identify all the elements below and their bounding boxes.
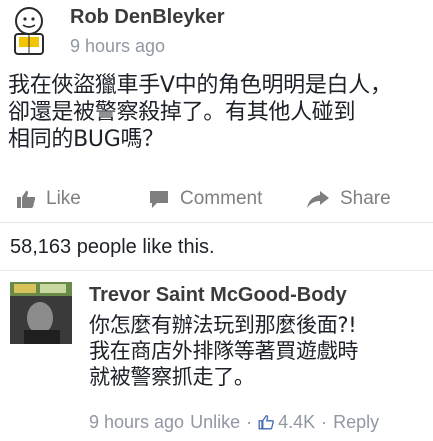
cyanide-avatar-icon (14, 7, 44, 55)
like-label: Like (46, 188, 81, 209)
post-timestamp[interactable]: 9 hours ago (70, 36, 165, 57)
reply-link[interactable]: Reply (333, 412, 379, 433)
comment-text: 你怎麼有辦法玩到那麼後面?! 我在商店外排隊等著買遊戲時 就被警察抓走了。 (89, 313, 359, 389)
post-body-text: 我在俠盜獵車手V中的角色明明是白人， 卻還是被警察殺掉了。有其他人碰到 相同的B… (8, 73, 392, 152)
post-actions-bar: Like Comment Share (0, 180, 433, 218)
commenter-photo-icon (10, 282, 72, 344)
thumbs-up-outline-icon (258, 415, 275, 430)
likes-summary[interactable]: 58,163 people like this. (10, 236, 215, 259)
speech-bubble-icon (150, 191, 168, 208)
unlike-link[interactable]: Unlike (190, 412, 240, 433)
comment-timestamp[interactable]: 9 hours ago (89, 412, 184, 433)
comment-author-name[interactable]: Trevor Saint McGood-Body (89, 284, 347, 307)
like-button[interactable]: Like (16, 186, 81, 212)
meta-separator: · (246, 411, 253, 432)
comment-meta: 9 hours ago Unlike · 4.4K · Reply (89, 410, 379, 434)
author-avatar[interactable] (6, 6, 52, 56)
post-author-name[interactable]: Rob DenBleyker (70, 6, 225, 29)
like-count-value: 4.4K (278, 411, 316, 432)
comment-label: Comment (180, 188, 263, 209)
share-button[interactable]: Share (306, 186, 391, 212)
meta-separator: · (321, 411, 328, 432)
divider (0, 270, 433, 271)
share-label: Share (340, 188, 391, 209)
divider (0, 222, 433, 223)
share-arrow-icon (307, 191, 329, 208)
comment-button[interactable]: Comment (148, 186, 262, 212)
comment-like-count[interactable]: 4.4K (258, 412, 315, 433)
commenter-avatar[interactable] (10, 282, 72, 344)
post-header: Rob DenBleyker 9 hours ago (4, 2, 429, 62)
thumbs-up-icon (17, 190, 36, 208)
